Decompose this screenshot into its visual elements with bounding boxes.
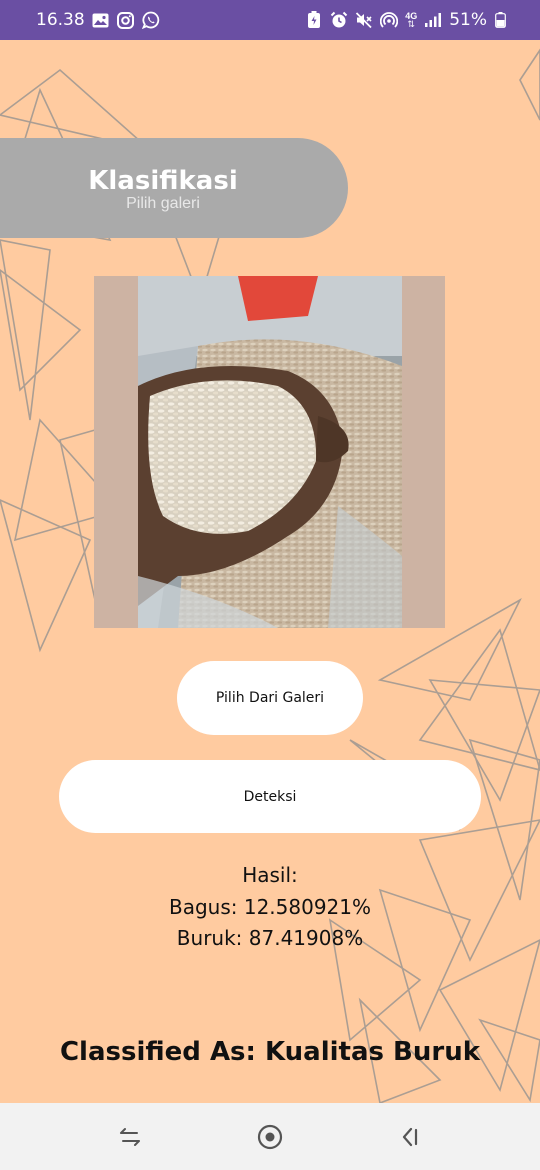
status-right: 4G ⇅ 51% [305, 10, 506, 30]
status-bar: 16.38 4G ⇅ 51% [0, 0, 540, 40]
detect-button[interactable]: Deteksi [59, 760, 481, 833]
result-buruk: Buruk: 87.41908% [176, 926, 364, 950]
instagram-icon [117, 11, 135, 29]
hotspot-icon [380, 11, 399, 29]
status-left: 16.38 [36, 10, 160, 30]
battery-icon [494, 11, 506, 29]
result-bagus: Bagus: 12.580921% [168, 895, 372, 919]
home-icon[interactable] [246, 1113, 294, 1161]
battery-saver-icon [305, 11, 323, 29]
network-type-label: 4G ⇅ [405, 11, 418, 29]
page-title: Klasifikasi [88, 166, 238, 196]
mute-icon [355, 11, 373, 29]
pick-gallery-button[interactable]: Pilih Dari Galeri [177, 661, 363, 735]
rice-photo [138, 276, 402, 628]
signal-icon [424, 11, 442, 29]
alarm-icon [330, 11, 348, 29]
navigation-bar [0, 1103, 540, 1170]
result-title: Hasil: [242, 863, 298, 887]
whatsapp-icon [141, 11, 160, 29]
back-icon[interactable] [386, 1113, 434, 1161]
classification-result: Classified As: Kualitas Buruk [59, 1037, 481, 1067]
page-subtitle: Pilih galeri [126, 195, 200, 212]
status-time: 16.38 [36, 10, 85, 30]
battery-percent: 51% [449, 10, 487, 30]
recent-apps-icon[interactable] [106, 1113, 154, 1161]
gallery-icon [92, 11, 110, 29]
